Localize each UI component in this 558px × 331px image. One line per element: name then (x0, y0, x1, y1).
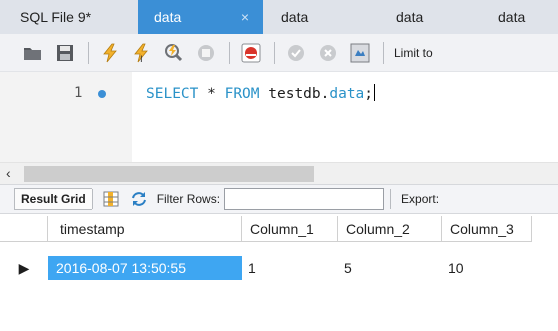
column-header-label: Column_2 (346, 220, 410, 237)
stop-icon[interactable] (193, 40, 219, 66)
save-icon[interactable] (52, 40, 78, 66)
limit-rows-label[interactable]: Limit to (394, 46, 433, 60)
sql-star: * (207, 86, 216, 102)
toggle-error-icon[interactable] (238, 40, 264, 66)
column-header-column-3[interactable]: Column_3 (442, 216, 532, 242)
toolbar-separator (229, 41, 230, 64)
tab-label: data (281, 9, 309, 25)
commit-icon[interactable] (283, 40, 309, 66)
filter-rows-label: Filter Rows: (156, 192, 221, 206)
editor-horizontal-scrollbar[interactable]: ‹ (0, 162, 558, 184)
tab-label: data (154, 9, 182, 25)
svg-text:I: I (140, 55, 143, 63)
sql-table: data (329, 86, 365, 102)
toolbar-separator (383, 41, 384, 64)
execute-selection-icon[interactable]: I (129, 40, 155, 66)
line-number: 1 (74, 85, 83, 101)
tab-data-2[interactable]: data (263, 0, 358, 34)
toolbar-separator (91, 189, 93, 209)
editor-gutter (0, 72, 132, 162)
table-row[interactable]: ▶ 2016-08-07 13:50:55 1 5 10 (0, 256, 532, 280)
tab-data-4[interactable]: data (468, 0, 558, 34)
grid-cell[interactable]: 10 (442, 256, 532, 280)
close-icon[interactable]: × (241, 9, 249, 25)
rollback-icon[interactable] (315, 40, 341, 66)
autocommit-icon[interactable] (347, 40, 373, 66)
open-folder-icon[interactable] (20, 40, 46, 66)
sql-editor-toolbar: I Limit to (0, 34, 558, 72)
refresh-icon[interactable] (129, 186, 149, 212)
grid-layout-icon[interactable] (101, 186, 121, 212)
tab-label: data (498, 9, 526, 25)
column-header-timestamp[interactable]: timestamp (48, 216, 242, 242)
sql-keyword: FROM (224, 86, 260, 102)
scrollbar-thumb[interactable] (24, 166, 314, 182)
scroll-left-icon[interactable]: ‹ (6, 165, 11, 181)
column-header-label: Column_1 (250, 220, 314, 237)
text-cursor (374, 84, 376, 101)
column-header-column-2[interactable]: Column_2 (338, 216, 442, 242)
sql-keyword: SELECT (146, 86, 199, 102)
execute-lightning-icon[interactable] (97, 40, 123, 66)
sql-editor[interactable]: 1 SELECT * FROM testdb.data; (0, 72, 558, 162)
grid-header-row: timestamp Column_1 Column_2 Column_3 (0, 216, 532, 242)
result-grid[interactable]: timestamp Column_1 Column_2 Column_3 ▶ 2… (0, 214, 558, 331)
grid-corner-cell[interactable] (0, 216, 48, 242)
row-marker-icon[interactable]: ▶ (0, 256, 48, 280)
result-toolbar: Result Grid Filter Rows: Export: (0, 184, 558, 214)
explain-magnifier-icon[interactable] (161, 40, 187, 66)
editor-tab-bar: SQL File 9* data × data data data (0, 0, 558, 34)
grid-cell-selected[interactable]: 2016-08-07 13:50:55 (48, 256, 242, 280)
toolbar-separator (88, 41, 89, 64)
column-header-column-1[interactable]: Column_1 (242, 216, 338, 242)
result-grid-label: Result Grid (21, 192, 86, 206)
tab-sql-file-9[interactable]: SQL File 9* (0, 0, 138, 34)
sql-statement[interactable]: SELECT * FROM testdb.data; (146, 84, 376, 102)
sql-terminator: ; (364, 86, 374, 102)
toolbar-separator (390, 189, 392, 209)
tab-data-3[interactable]: data (358, 0, 468, 34)
tab-label: data (396, 9, 424, 25)
grid-cell[interactable]: 1 (242, 256, 338, 280)
toolbar-separator (274, 41, 275, 64)
column-header-label: timestamp (60, 220, 125, 237)
grid-cell[interactable]: 5 (338, 256, 442, 280)
statement-marker-icon (98, 90, 106, 98)
column-header-label: Column_3 (450, 220, 514, 237)
result-grid-button[interactable]: Result Grid (14, 188, 92, 210)
sql-schema: testdb. (268, 86, 330, 102)
tab-label: SQL File 9* (20, 9, 92, 25)
export-label[interactable]: Export: (401, 192, 439, 206)
filter-rows-input[interactable] (224, 188, 385, 210)
tab-data-active[interactable]: data × (138, 0, 263, 34)
